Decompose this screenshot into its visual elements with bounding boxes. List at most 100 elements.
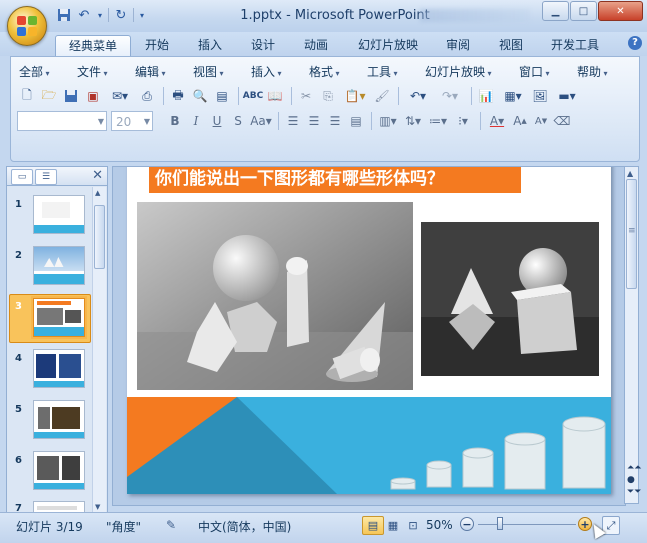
insert-table-icon[interactable]: ▦▾ (498, 86, 528, 106)
normal-view-button[interactable]: ▤ (362, 516, 384, 535)
language-indicator[interactable]: 中文(简体，中国) (198, 518, 291, 535)
publish-icon[interactable]: ⎙ (137, 86, 157, 106)
menu-insert[interactable]: 插入 (251, 63, 282, 80)
grow-font-icon[interactable]: A ▲ (510, 111, 530, 131)
minimize-button[interactable]: ▁ (542, 1, 569, 21)
tab-developer[interactable]: 开发工具 (543, 35, 607, 55)
spelling-icon[interactable]: ABC (243, 86, 263, 106)
slide-thumbnail-6[interactable] (33, 451, 85, 490)
columns-icon[interactable]: ▥▾ (376, 111, 400, 131)
slide-color-icon[interactable]: ▬▾ (552, 86, 582, 106)
new-document-icon[interactable]: 🗋 (17, 86, 37, 106)
cut-icon[interactable]: ✂ (296, 86, 316, 106)
menu-all[interactable]: 全部 (19, 63, 50, 80)
undo-icon[interactable]: ↶ (76, 7, 92, 23)
tab-outline[interactable]: ☰ (35, 169, 57, 185)
menu-slide-show[interactable]: 幻灯片放映 (425, 63, 492, 80)
slide-thumbnail-2[interactable] (33, 246, 85, 285)
slide-scrollbar[interactable]: ▲ ⏶⏶ ● ⏷⏷ (624, 166, 641, 504)
save-icon[interactable] (61, 86, 81, 106)
menu-file[interactable]: 文件 (77, 63, 108, 80)
tab-classic-menu[interactable]: 经典菜单 (55, 35, 131, 56)
email-icon[interactable]: ✉▾ (105, 86, 135, 106)
align-right-icon[interactable]: ☰ (325, 111, 345, 131)
current-slide[interactable]: 你们能说出一下图形都有哪些形体吗？ (127, 167, 611, 494)
menu-edit[interactable]: 编辑 (135, 63, 166, 80)
menu-window[interactable]: 窗口 (519, 63, 550, 80)
slide-thumbnail-4[interactable] (33, 349, 85, 388)
slide-show-view-button[interactable]: ⊡ (402, 516, 424, 535)
tab-home[interactable]: 开始 (137, 35, 177, 55)
print-icon[interactable]: 🖶 (168, 86, 188, 106)
open-folder-icon[interactable]: 🗁 (39, 86, 59, 106)
font-size-combo[interactable]: 20 ▼ (111, 111, 153, 131)
slide-thumbnail-1[interactable] (33, 195, 85, 234)
zoom-level[interactable]: 50% (426, 518, 453, 532)
align-center-icon[interactable]: ☰ (304, 111, 324, 131)
clear-formatting-icon[interactable]: ⌫ (552, 111, 572, 131)
tab-review[interactable]: 审阅 (438, 35, 478, 55)
tab-insert[interactable]: 插入 (190, 35, 230, 55)
justify-icon[interactable]: ▤ (346, 111, 366, 131)
menu-view[interactable]: 视图 (193, 63, 224, 80)
slide-thumbnail-5[interactable] (33, 400, 85, 439)
scroll-thumb[interactable] (626, 179, 637, 289)
zoom-out-icon[interactable]: − (460, 517, 474, 531)
slide-title[interactable]: 你们能说出一下图形都有哪些形体吗？ (149, 167, 521, 193)
menu-help[interactable]: 帮助 (577, 63, 608, 80)
scroll-up-icon[interactable]: ▲ (627, 169, 633, 178)
font-color-icon[interactable]: A▾ (485, 111, 509, 131)
bold-icon[interactable]: B (165, 111, 185, 131)
redo-icon[interactable]: ↻ (113, 7, 129, 23)
copy-icon[interactable]: ⎘ (318, 86, 338, 106)
office-button[interactable] (7, 6, 47, 46)
scroll-thumb[interactable] (94, 205, 105, 269)
tab-animations[interactable]: 动画 (296, 35, 336, 55)
print-preview-icon[interactable]: 🔍 (190, 86, 210, 106)
paste-icon[interactable]: 📋▾ (340, 86, 370, 106)
zoom-slider-track[interactable] (478, 524, 576, 525)
insert-chart-icon[interactable]: 📊 (476, 86, 496, 106)
slide-sorter-view-button[interactable]: ▦ (382, 516, 404, 535)
tab-design[interactable]: 设计 (243, 35, 283, 55)
next-slide-icon[interactable]: ⏷⏷ (627, 487, 641, 497)
format-painter-icon[interactable]: 🖌 (372, 86, 392, 106)
font-name-combo[interactable]: ▼ (17, 111, 107, 131)
help-icon[interactable]: ? (628, 36, 642, 50)
underline-icon[interactable]: U (207, 111, 227, 131)
tab-view[interactable]: 视图 (491, 35, 531, 55)
quick-print-icon[interactable]: ▤ (212, 86, 232, 106)
italic-icon[interactable]: I (186, 111, 206, 131)
permission-icon[interactable]: ▣ (83, 86, 103, 106)
customize-qat-icon[interactable]: ▾ (138, 7, 146, 23)
tab-slides-thumbnails[interactable]: ▭ (11, 169, 33, 185)
close-icon[interactable]: ✕ (92, 168, 103, 183)
shrink-font-icon[interactable]: A ▼ (531, 111, 551, 131)
menu-format[interactable]: 格式 (309, 63, 340, 80)
geometric-shapes-photo-1[interactable] (137, 202, 413, 390)
select-browse-object-icon[interactable]: ● (627, 475, 635, 485)
bullets-icon[interactable]: ⁝▾ (451, 111, 475, 131)
previous-slide-icon[interactable]: ⏶⏶ (627, 463, 641, 473)
scroll-down-icon[interactable]: ▼ (95, 503, 100, 511)
text-direction-icon[interactable]: ⇅▾ (401, 111, 425, 131)
save-icon[interactable] (56, 7, 72, 23)
change-case-icon[interactable]: Aa▾ (249, 111, 273, 131)
zoom-slider-thumb[interactable] (497, 517, 503, 530)
slide-editing-area[interactable]: 你们能说出一下图形都有哪些形体吗？ (112, 166, 626, 506)
numbering-icon[interactable]: ≔▾ (426, 111, 450, 131)
slides-pane-scrollbar[interactable]: ▲ ▼ (92, 187, 106, 513)
slide-thumbnail-3[interactable] (31, 296, 87, 339)
geometric-shapes-photo-2[interactable] (421, 222, 599, 376)
research-icon[interactable]: 📖 (265, 86, 285, 106)
tab-slide-show[interactable]: 幻灯片放映 (350, 35, 426, 55)
redo-icon[interactable]: ↷▾ (435, 86, 465, 106)
menu-tools[interactable]: 工具 (367, 63, 398, 80)
maximize-button[interactable]: □ (570, 1, 597, 21)
close-button[interactable]: ✕ (598, 1, 643, 21)
insert-picture-icon[interactable]: 🖼 (530, 86, 550, 106)
spell-check-icon[interactable]: ✎ (166, 518, 176, 532)
scroll-up-icon[interactable]: ▲ (95, 189, 100, 197)
undo-dropdown-icon[interactable]: ▾ (96, 7, 104, 23)
align-left-icon[interactable]: ☰ (283, 111, 303, 131)
